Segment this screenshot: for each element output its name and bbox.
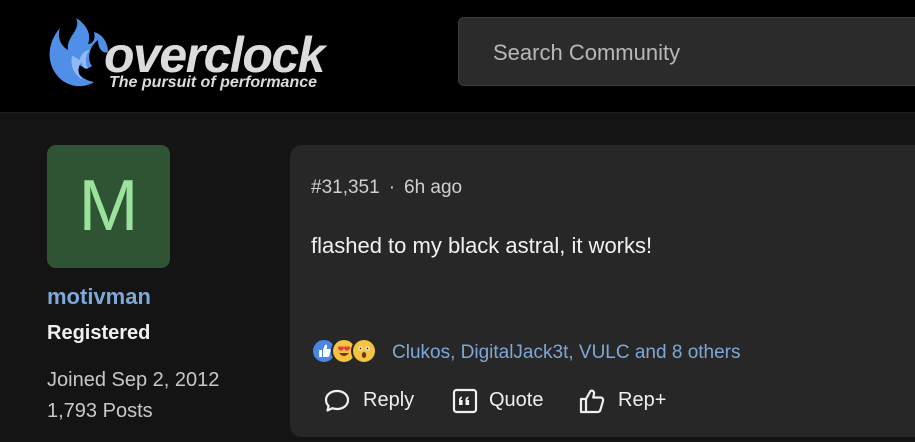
avatar[interactable]: M [47, 145, 170, 268]
post-card: #31,351 · 6h ago flashed to my black astra… [290, 145, 915, 437]
author-username[interactable]: motivman [47, 284, 151, 310]
quote-button[interactable]: Quote [451, 385, 551, 415]
post-number[interactable]: #31,351 [311, 177, 380, 198]
search-input[interactable]: Search Community [458, 17, 915, 86]
rep-plus-button[interactable]: Rep+ [578, 385, 678, 415]
reply-button[interactable]: Reply [323, 385, 423, 415]
author-role: Registered [47, 322, 151, 344]
post-timestamp[interactable]: 6h ago [404, 177, 462, 198]
author-post-count: 1,793 Posts [47, 400, 153, 422]
logo-tagline: The pursuit of performance [109, 74, 318, 91]
reply-label: Reply [363, 389, 415, 411]
author-joined-date: Joined Sep 2, 2012 [47, 369, 220, 391]
avatar-letter: M [78, 166, 139, 246]
logo-wordmark: overclock [104, 27, 325, 83]
meta-separator: · [388, 177, 396, 198]
quote-icon [452, 388, 478, 414]
quote-label: Quote [489, 389, 544, 411]
site-logo[interactable]: overclock The pursuit of performance [46, 16, 346, 96]
header-divider [0, 112, 915, 113]
post-body: flashed to my black astral, it works! [311, 233, 653, 258]
thumbs-up-icon [579, 389, 605, 414]
reactors-list[interactable]: Clukos, DigitalJack3t, VULC and 8 others [392, 342, 741, 364]
wow-reaction-icon [351, 338, 377, 364]
search-placeholder: Search Community [493, 40, 681, 65]
post-meta: #31,351 · 6h ago [311, 177, 462, 199]
site-header: overclock The pursuit of performance Sea… [0, 0, 915, 112]
reply-icon [324, 389, 350, 412]
rep-plus-label: Rep+ [618, 389, 667, 411]
